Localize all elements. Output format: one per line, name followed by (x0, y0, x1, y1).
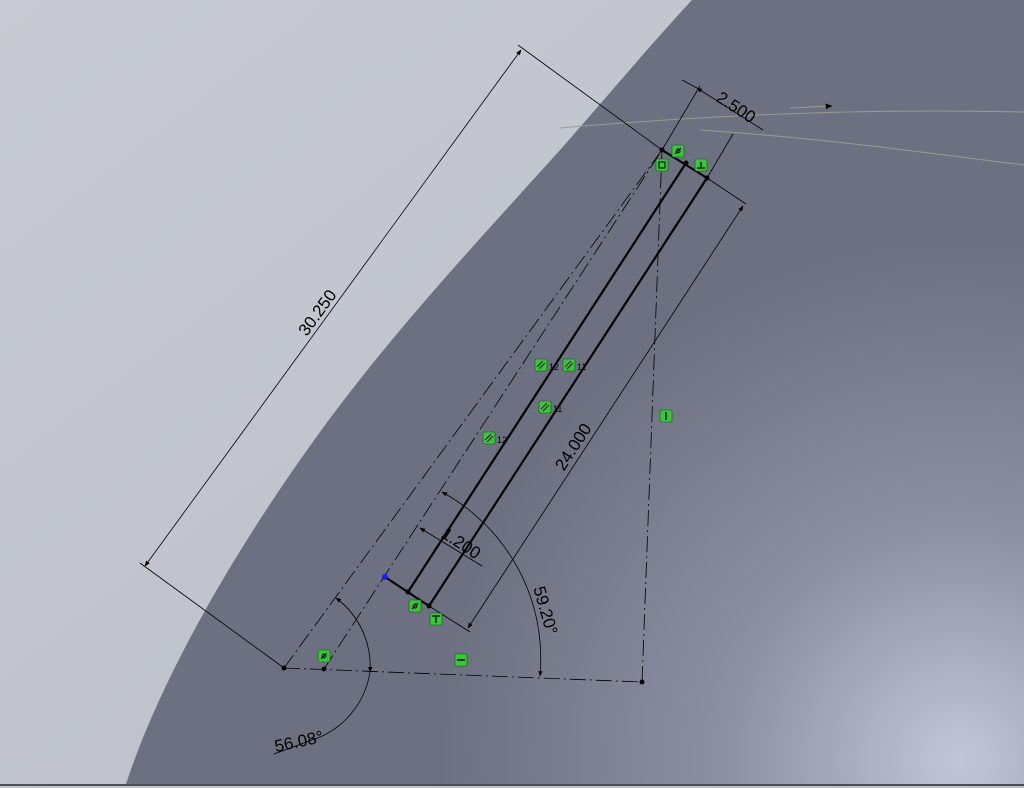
sketch-point[interactable] (405, 589, 411, 595)
coincident-icon[interactable] (317, 649, 331, 663)
parallel-icon[interactable] (534, 358, 548, 372)
parallel-icon[interactable] (562, 358, 576, 372)
horizontal-icon[interactable] (454, 653, 468, 667)
sketch-point[interactable] (321, 666, 327, 672)
relation-label-parallel: 12 (497, 435, 507, 445)
sketch-canvas[interactable]: 30.250 24.000 2.500 1.200 59.20° 56.08° (0, 0, 1024, 788)
sketch-point[interactable] (683, 160, 689, 166)
vertical-icon[interactable] (659, 409, 673, 423)
relation-label-parallel: 11 (553, 404, 562, 414)
parallel-icon[interactable] (538, 400, 552, 414)
perpendicular-icon[interactable] (655, 158, 669, 172)
cad-viewport[interactable]: 30.250 24.000 2.500 1.200 59.20° 56.08° (0, 0, 1024, 788)
coincident-icon[interactable] (408, 599, 422, 613)
perpendicular-icon[interactable] (694, 158, 708, 172)
parallel-icon[interactable] (482, 431, 496, 445)
selected-point[interactable] (382, 574, 388, 580)
perpendicular-icon[interactable] (429, 612, 443, 626)
relation-label-parallel: 12 (549, 362, 559, 372)
sketch-point[interactable] (639, 679, 645, 685)
relation-label-parallel: 11 (577, 362, 586, 372)
coincident-icon[interactable] (671, 144, 685, 158)
